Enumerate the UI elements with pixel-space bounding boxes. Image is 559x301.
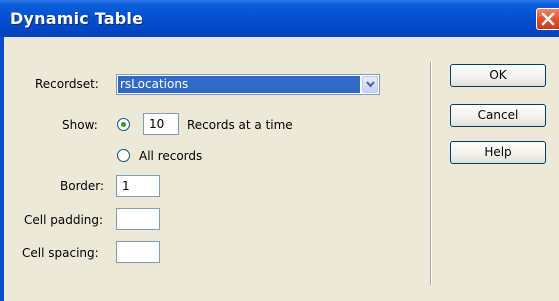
- records-at-a-time-label: Records at a time: [187, 118, 293, 132]
- cell-spacing-input[interactable]: [116, 241, 160, 263]
- cell-padding-label: Cell padding:: [24, 213, 104, 227]
- vertical-divider: [430, 62, 432, 285]
- recordset-select[interactable]: rsLocations: [116, 74, 380, 95]
- window-title: Dynamic Table: [10, 9, 144, 28]
- cell-spacing-label: Cell spacing:: [22, 246, 99, 260]
- close-icon: [541, 12, 555, 26]
- ok-button[interactable]: OK: [450, 64, 546, 87]
- cell-padding-input[interactable]: [116, 208, 160, 230]
- radio-selected-dot: [121, 122, 126, 127]
- recordset-label: Recordset:: [35, 77, 99, 91]
- records-count-input[interactable]: 10: [143, 113, 179, 135]
- help-button[interactable]: Help: [450, 141, 546, 164]
- cancel-button[interactable]: Cancel: [450, 104, 546, 127]
- chevron-down-icon: [366, 81, 375, 88]
- title-bar[interactable]: Dynamic Table: [0, 0, 559, 37]
- close-button[interactable]: [536, 8, 559, 30]
- border-label: Border:: [60, 179, 105, 193]
- window-frame-left: [0, 37, 4, 301]
- recordset-selected-value: rsLocations: [118, 76, 360, 93]
- all-records-label: All records: [139, 149, 203, 163]
- all-records-radio[interactable]: [117, 149, 130, 162]
- border-input[interactable]: 1: [116, 175, 160, 197]
- dropdown-button[interactable]: [362, 76, 378, 93]
- records-at-a-time-radio[interactable]: [117, 118, 130, 131]
- show-label: Show:: [62, 118, 98, 132]
